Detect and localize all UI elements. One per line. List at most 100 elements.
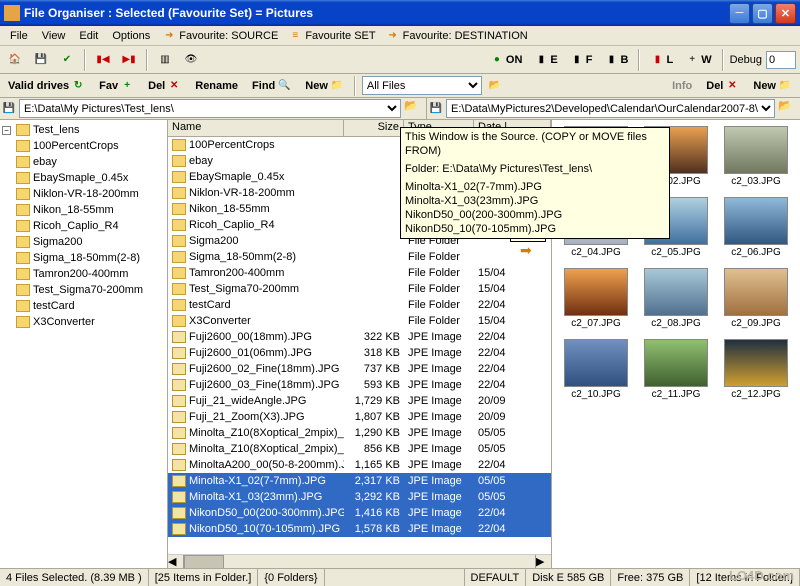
debug-input[interactable]	[766, 51, 796, 69]
folder-icon	[16, 124, 30, 136]
pathbars: 💾 E:\Data\My Pictures\Test_lens\ 📂 💾 E:\…	[0, 98, 800, 120]
thumbnail[interactable]: c2_06.JPG	[718, 197, 794, 258]
list-row[interactable]: NikonD50_00(200-300mm).JPG1,416 KBJPE Im…	[168, 505, 551, 521]
maximize-button[interactable]: ▢	[752, 3, 773, 24]
list-row[interactable]: Fuji2600_03_Fine(18mm).JPG593 KBJPE Imag…	[168, 377, 551, 393]
list-row[interactable]: MinoltaA200_00(50-8-200mm).JPG1,165 KBJP…	[168, 457, 551, 473]
tb-home-icon[interactable]: 🏠	[4, 49, 26, 71]
menu-edit[interactable]: Edit	[73, 28, 104, 44]
image-icon	[172, 427, 186, 439]
app-icon	[4, 5, 20, 21]
list-row[interactable]: Tamron200-400mmFile Folder15/04	[168, 265, 551, 281]
folder-icon	[16, 316, 30, 328]
list-row[interactable]: Fuji_21_Zoom(X3).JPG1,807 KBJPE Image20/…	[168, 409, 551, 425]
image-icon	[172, 443, 186, 455]
tb-left-red-icon[interactable]: ▮◀	[92, 49, 114, 71]
list-row[interactable]: Fuji2600_02_Fine(18mm).JPG737 KBJPE Imag…	[168, 361, 551, 377]
image-icon	[172, 459, 186, 471]
menu-file[interactable]: File	[4, 28, 34, 44]
list-row[interactable]: Minolta-X1_03(23mm).JPG3,292 KBJPE Image…	[168, 489, 551, 505]
tree-item[interactable]: ebay	[2, 154, 165, 170]
thumbnail[interactable]: c2_08.JPG	[638, 268, 714, 329]
fav-set[interactable]: ≡Favourite SET	[284, 29, 379, 43]
tree-root[interactable]: − Test_lens	[2, 122, 165, 138]
tree-item[interactable]: Sigma200	[2, 234, 165, 250]
tooltip: This Window is the Source. (COPY or MOVE…	[400, 127, 670, 239]
tree-item[interactable]: Nikon_18-55mm	[2, 202, 165, 218]
list-row[interactable]: Minolta_Z10(8Xoptical_2mpix)_00...1,290 …	[168, 425, 551, 441]
tree-item[interactable]: Ricoh_Caplio_R4	[2, 218, 165, 234]
arrow-right-icon: ➜	[386, 29, 400, 43]
list-row[interactable]: Fuji2600_01(06mm).JPG318 KBJPE Image22/0…	[168, 345, 551, 361]
thumbnail[interactable]: c2_03.JPG	[718, 126, 794, 187]
find-button[interactable]: Find🔍	[248, 78, 295, 94]
filter-go-icon[interactable]: 📂	[488, 79, 502, 93]
new-button[interactable]: New📁	[301, 78, 348, 94]
tree-item[interactable]: Niklon-VR-18-200mm	[2, 186, 165, 202]
thumbnail[interactable]: c2_09.JPG	[718, 268, 794, 329]
folder-icon	[16, 284, 30, 296]
minimize-button[interactable]: ─	[729, 3, 750, 24]
list-row[interactable]: Sigma_18-50mm(2-8)File Folder	[168, 249, 551, 265]
list-row[interactable]: Minolta_Z10(8Xoptical_2mpix)_01...856 KB…	[168, 441, 551, 457]
tree-item[interactable]: EbaySmaple_0.45x	[2, 170, 165, 186]
folder-icon	[172, 251, 186, 263]
close-button[interactable]: ✕	[775, 3, 796, 24]
tb-e[interactable]: ▮E	[530, 49, 561, 71]
list-row[interactable]: Fuji2600_00(18mm).JPG322 KBJPE Image22/0…	[168, 329, 551, 345]
folder-icon	[172, 203, 186, 215]
tb-l[interactable]: ▮L	[646, 49, 677, 71]
tb-disk-icon[interactable]: 💾	[30, 49, 52, 71]
thumb-label: c2_07.JPG	[571, 318, 620, 329]
tree-item[interactable]: X3Converter	[2, 314, 165, 330]
rename-button[interactable]: Rename	[191, 79, 242, 93]
thumbnail[interactable]: c2_10.JPG	[558, 339, 634, 400]
filter-select[interactable]: All Files	[362, 76, 482, 95]
thumbnail[interactable]: c2_07.JPG	[558, 268, 634, 329]
fav-source[interactable]: ➜Favourite: SOURCE	[158, 29, 282, 43]
thumbnail[interactable]: c2_11.JPG	[638, 339, 714, 400]
list-row[interactable]: testCardFile Folder22/04	[168, 297, 551, 313]
path-right-go-icon[interactable]: 📂	[778, 99, 798, 119]
new2-button[interactable]: New📁	[749, 78, 796, 94]
tb-f[interactable]: ▮F	[566, 49, 597, 71]
tb-right-red-icon[interactable]: ▶▮	[118, 49, 140, 71]
col-name[interactable]: Name	[168, 120, 344, 136]
fav-button[interactable]: Fav+	[95, 78, 138, 94]
tb-w[interactable]: +W	[681, 49, 715, 71]
list-row[interactable]: Minolta-X1_02(7-7mm).JPG2,317 KBJPE Imag…	[168, 473, 551, 489]
path-right-select[interactable]: E:\Data\MyPictures2\Developed\Calendar\O…	[446, 99, 775, 118]
menu-view[interactable]: View	[36, 28, 72, 44]
fav-dest[interactable]: ➜Favourite: DESTINATION	[382, 29, 532, 43]
tb-clear-icon[interactable]: ▥	[154, 49, 176, 71]
del-button[interactable]: Del✕	[144, 78, 185, 94]
tree-item[interactable]: Test_Sigma70-200mm	[2, 282, 165, 298]
tb-b[interactable]: ▮B	[601, 49, 633, 71]
del2-button[interactable]: Del✕	[702, 78, 743, 94]
col-size[interactable]: Size	[344, 120, 404, 136]
valid-drives-button[interactable]: Valid drives↻	[4, 78, 89, 94]
menu-options[interactable]: Options	[106, 28, 156, 44]
thumbnail[interactable]: c2_12.JPG	[718, 339, 794, 400]
path-left-go-icon[interactable]: 📂	[404, 99, 424, 119]
thumb-image	[644, 268, 708, 316]
thumb-label: c2_08.JPG	[651, 318, 700, 329]
tb-on[interactable]: ●ON	[486, 49, 527, 71]
list-row[interactable]: NikonD50_10(70-105mm).JPG1,578 KBJPE Ima…	[168, 521, 551, 537]
list-row[interactable]: Fuji_21_wideAngle.JPG1,729 KBJPE Image20…	[168, 393, 551, 409]
tree-item[interactable]: testCard	[2, 298, 165, 314]
tree-pane[interactable]: − Test_lens 100PercentCropsebayEbaySmapl…	[0, 120, 168, 570]
tree-item[interactable]: Tamron200-400mm	[2, 266, 165, 282]
tb-eye-icon[interactable]: 👁	[180, 49, 202, 71]
folder-icon	[16, 140, 30, 152]
image-icon	[172, 523, 186, 535]
plus-icon: +	[120, 79, 134, 93]
path-left-select[interactable]: E:\Data\My Pictures\Test_lens\	[19, 99, 401, 118]
tree-item[interactable]: Sigma_18-50mm(2-8)	[2, 250, 165, 266]
tree-item[interactable]: 100PercentCrops	[2, 138, 165, 154]
tb-check-icon[interactable]: ✔	[56, 49, 78, 71]
collapse-icon[interactable]: −	[2, 126, 11, 135]
list-row[interactable]: X3ConverterFile Folder15/04	[168, 313, 551, 329]
list-row[interactable]: Test_Sigma70-200mmFile Folder15/04	[168, 281, 551, 297]
info-button[interactable]: Info	[668, 79, 696, 93]
